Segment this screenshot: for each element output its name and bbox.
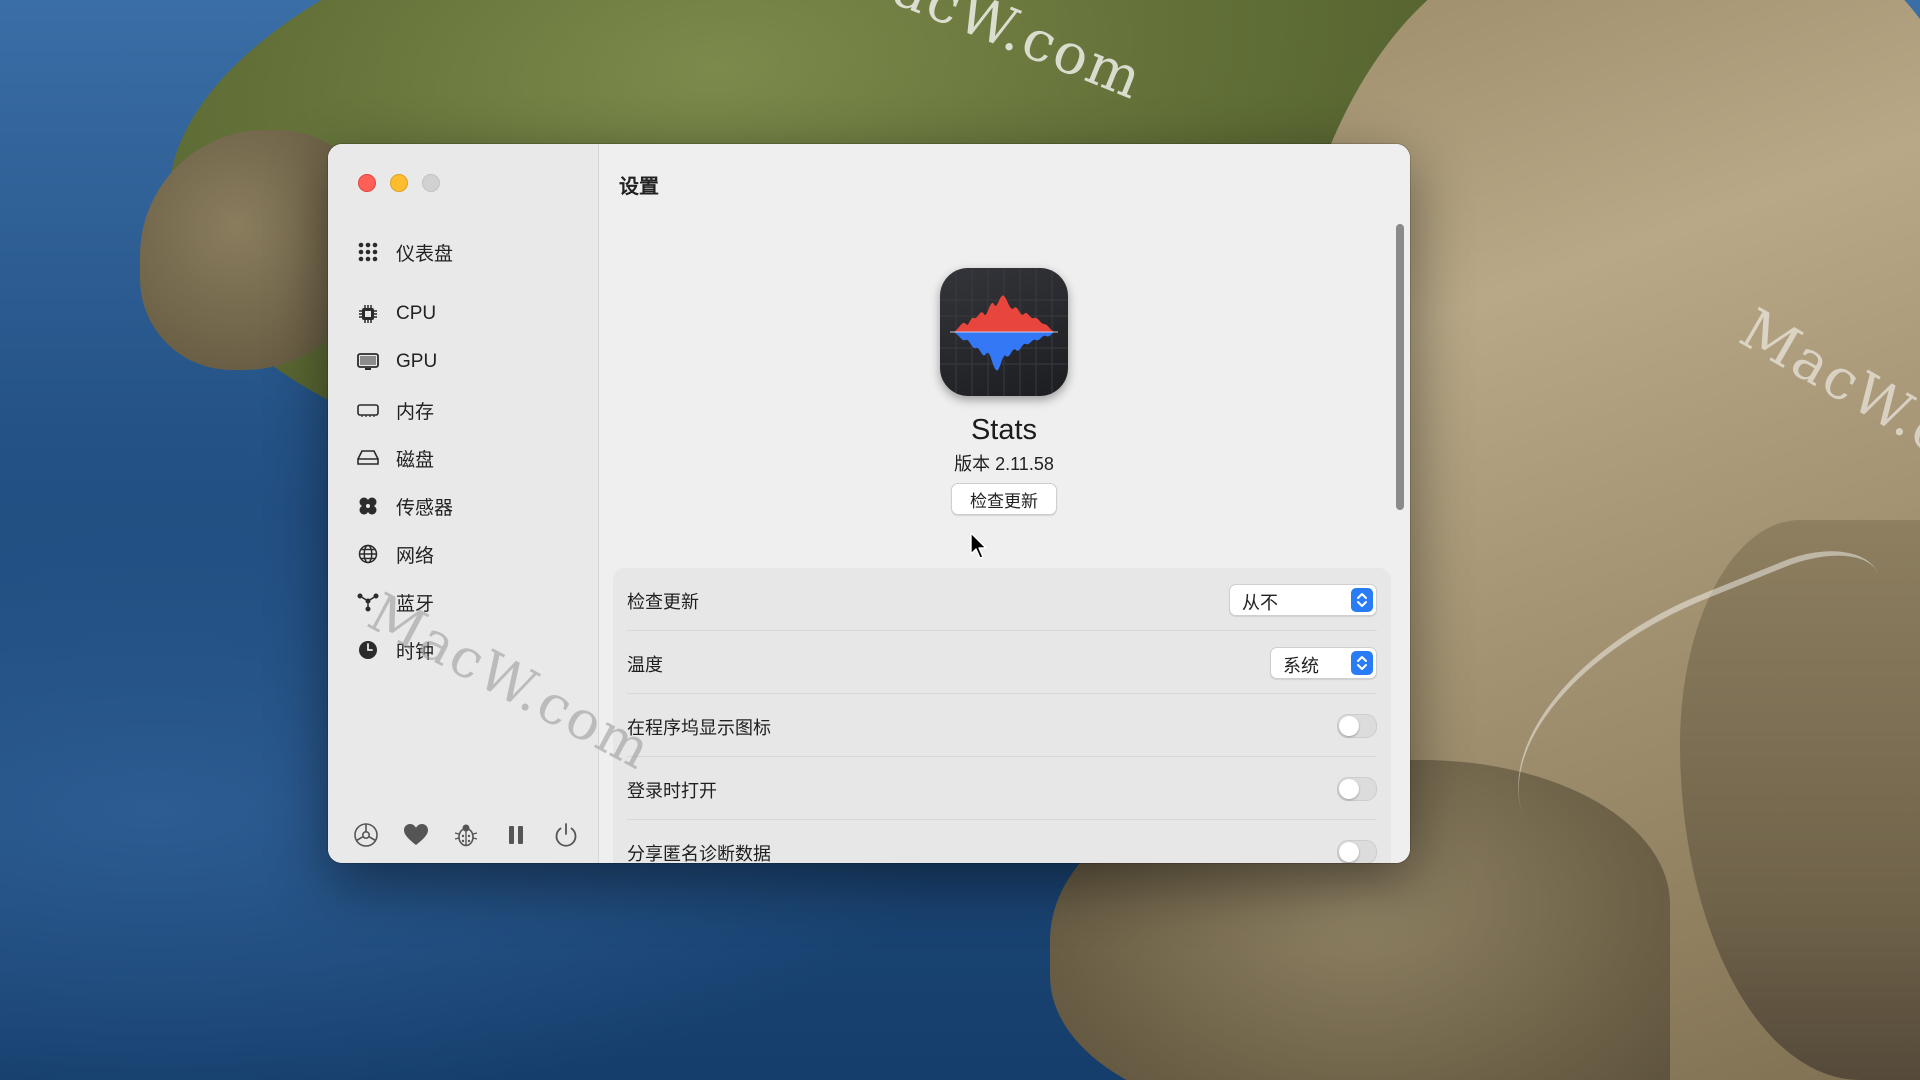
sensors-fan-icon: [356, 494, 380, 518]
sidebar-item-disk[interactable]: 磁盘: [352, 434, 582, 482]
minimize-window-button[interactable]: [390, 174, 408, 192]
disk-icon: [356, 446, 380, 470]
sidebar-item-label: 磁盘: [396, 449, 435, 471]
setting-row-launch-at-login: 登录时打开: [627, 757, 1377, 820]
update-frequency-select[interactable]: 从不: [1229, 584, 1377, 616]
sidebar-item-label: CPU: [396, 303, 437, 324]
setting-row-check-updates: 检查更新 从不: [627, 568, 1377, 631]
sidebar: 仪表盘 CPU GPU 内存 磁盘 传感器 网络 蓝牙 时钟: [328, 144, 599, 863]
close-window-button[interactable]: [358, 174, 376, 192]
chevron-updown-icon: [1351, 651, 1373, 675]
setting-label: 登录时打开: [627, 781, 717, 801]
check-update-button[interactable]: 检查更新: [951, 483, 1057, 515]
dashboard-grid-icon: [356, 240, 380, 264]
mouse-pointer-icon: [970, 532, 988, 565]
sidebar-toolbar: [352, 821, 580, 849]
toggle-knob: [1339, 716, 1359, 736]
sidebar-item-label: 内存: [396, 401, 435, 423]
app-name: Stats: [970, 414, 1038, 446]
power-icon[interactable]: [552, 821, 580, 849]
sidebar-item-label: 仪表盘: [396, 243, 454, 265]
toggle-knob: [1339, 842, 1359, 862]
cpu-chip-icon: [356, 302, 380, 326]
setting-row-diagnostics: 分享匿名诊断数据: [627, 820, 1377, 863]
setting-row-temperature: 温度 系统: [627, 631, 1377, 694]
toggle-knob: [1339, 779, 1359, 799]
memory-icon: [356, 398, 380, 422]
sidebar-item-sensors[interactable]: 传感器: [352, 482, 582, 530]
pause-icon[interactable]: [502, 821, 530, 849]
share-diagnostics-toggle[interactable]: [1337, 840, 1377, 863]
heart-icon[interactable]: [402, 821, 430, 849]
setting-label: 分享匿名诊断数据: [627, 844, 771, 863]
settings-panel: 设置 Stats 版本 2.11.58 检查更新 检查更新 从不 温度 系统 在…: [599, 144, 1410, 863]
network-globe-icon: [356, 542, 380, 566]
settings-list: 检查更新 从不 温度 系统 在程序坞显示图标 登录时打开 分享匿名诊断数据: [613, 568, 1391, 863]
settings-gear-icon[interactable]: [352, 821, 380, 849]
sidebar-item-network[interactable]: 网络: [352, 530, 582, 578]
select-value: 从不: [1242, 593, 1278, 613]
app-version: 版本 2.11.58: [954, 454, 1054, 474]
setting-label: 温度: [627, 655, 663, 675]
gpu-display-icon: [356, 350, 380, 374]
stats-settings-window: 仪表盘 CPU GPU 内存 磁盘 传感器 网络 蓝牙 时钟 设置 Stats …: [328, 144, 1410, 863]
sidebar-item-label: 网络: [396, 545, 435, 567]
bug-icon[interactable]: [452, 821, 480, 849]
chevron-updown-icon: [1351, 588, 1373, 612]
launch-at-login-toggle[interactable]: [1337, 777, 1377, 801]
window-controls: [358, 174, 440, 192]
temperature-unit-select[interactable]: 系统: [1270, 647, 1377, 679]
zoom-window-button[interactable]: [422, 174, 440, 192]
sidebar-item-label: 传感器: [396, 497, 454, 519]
stats-waveform-icon: [940, 268, 1068, 396]
page-title: 设置: [619, 176, 659, 198]
sidebar-item-cpu[interactable]: CPU: [352, 290, 582, 338]
setting-label: 检查更新: [627, 592, 699, 612]
sidebar-item-gpu[interactable]: GPU: [352, 338, 582, 386]
setting-row-dock-icon: 在程序坞显示图标: [627, 694, 1377, 757]
sidebar-item-memory[interactable]: 内存: [352, 386, 582, 434]
select-value: 系统: [1283, 656, 1319, 676]
sidebar-item-label: GPU: [396, 351, 438, 372]
dock-icon-toggle[interactable]: [1337, 714, 1377, 738]
sidebar-item-dashboard[interactable]: 仪表盘: [352, 228, 582, 276]
